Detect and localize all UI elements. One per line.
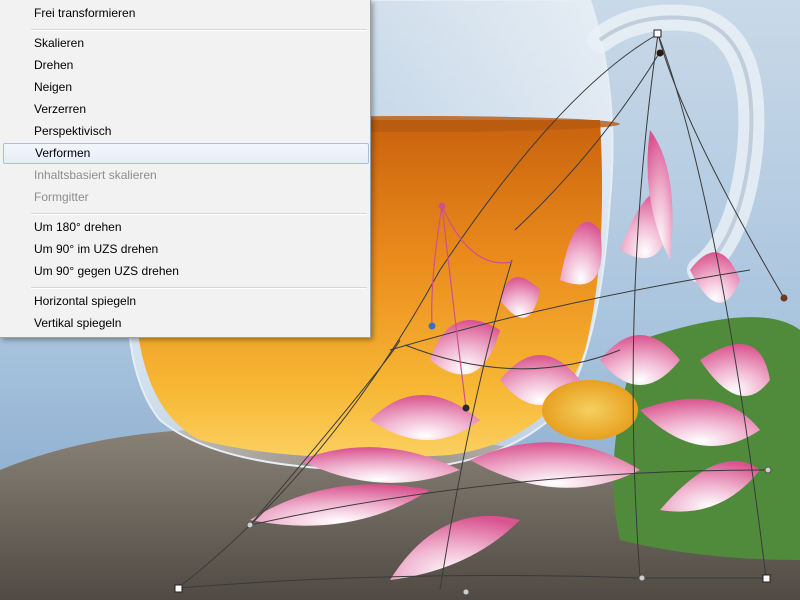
menu-item-rotate-90-cw[interactable]: Um 90° im UZS drehen: [3, 239, 369, 260]
warp-handle-inner[interactable]: [462, 404, 470, 412]
menu-item-perspective[interactable]: Perspektivisch: [3, 121, 369, 142]
menu-item-warp[interactable]: Verformen: [3, 143, 369, 164]
transform-context-menu: Frei transformieren Skalieren Drehen Nei…: [0, 0, 371, 338]
warp-handle-pink[interactable]: [438, 202, 446, 210]
menu-item-puppet-warp: Formgitter: [34, 190, 89, 204]
menu-separator: [31, 213, 367, 215]
lotus-center: [542, 380, 638, 440]
warp-handle-right-edge[interactable]: [764, 466, 772, 474]
warp-handle-top-dark[interactable]: [656, 49, 664, 57]
menu-separator: [31, 29, 367, 31]
warp-handle-left-edge[interactable]: [246, 521, 254, 529]
warp-handle-bottom-right-mid[interactable]: [638, 574, 646, 582]
menu-item-content-aware-scale: Inhaltsbasiert skalieren: [34, 168, 157, 182]
menu-item-rotate-180[interactable]: Um 180° drehen: [3, 217, 369, 238]
menu-separator: [31, 287, 367, 289]
menu-item-flip-vertical[interactable]: Vertikal spiegeln: [3, 313, 369, 334]
menu-item-skew[interactable]: Neigen: [3, 77, 369, 98]
menu-item-rotate[interactable]: Drehen: [3, 55, 369, 76]
menu-item-distort[interactable]: Verzerren: [3, 99, 369, 120]
menu-item-rotate-90-ccw[interactable]: Um 90° gegen UZS drehen: [3, 261, 369, 282]
menu-item-scale[interactable]: Skalieren: [3, 33, 369, 54]
menu-item-flip-horizontal[interactable]: Horizontal spiegeln: [3, 291, 369, 312]
warp-handle-blue[interactable]: [428, 322, 436, 330]
warp-corner-handle-top[interactable]: [653, 29, 662, 38]
warp-handle-bottom-mid[interactable]: [462, 588, 470, 596]
warp-corner-handle-bottom-left[interactable]: [174, 584, 183, 593]
menu-item-free-transform[interactable]: Frei transformieren: [3, 3, 369, 24]
warp-handle-brown[interactable]: [780, 294, 788, 302]
warp-corner-handle-bottom-right[interactable]: [762, 574, 771, 583]
